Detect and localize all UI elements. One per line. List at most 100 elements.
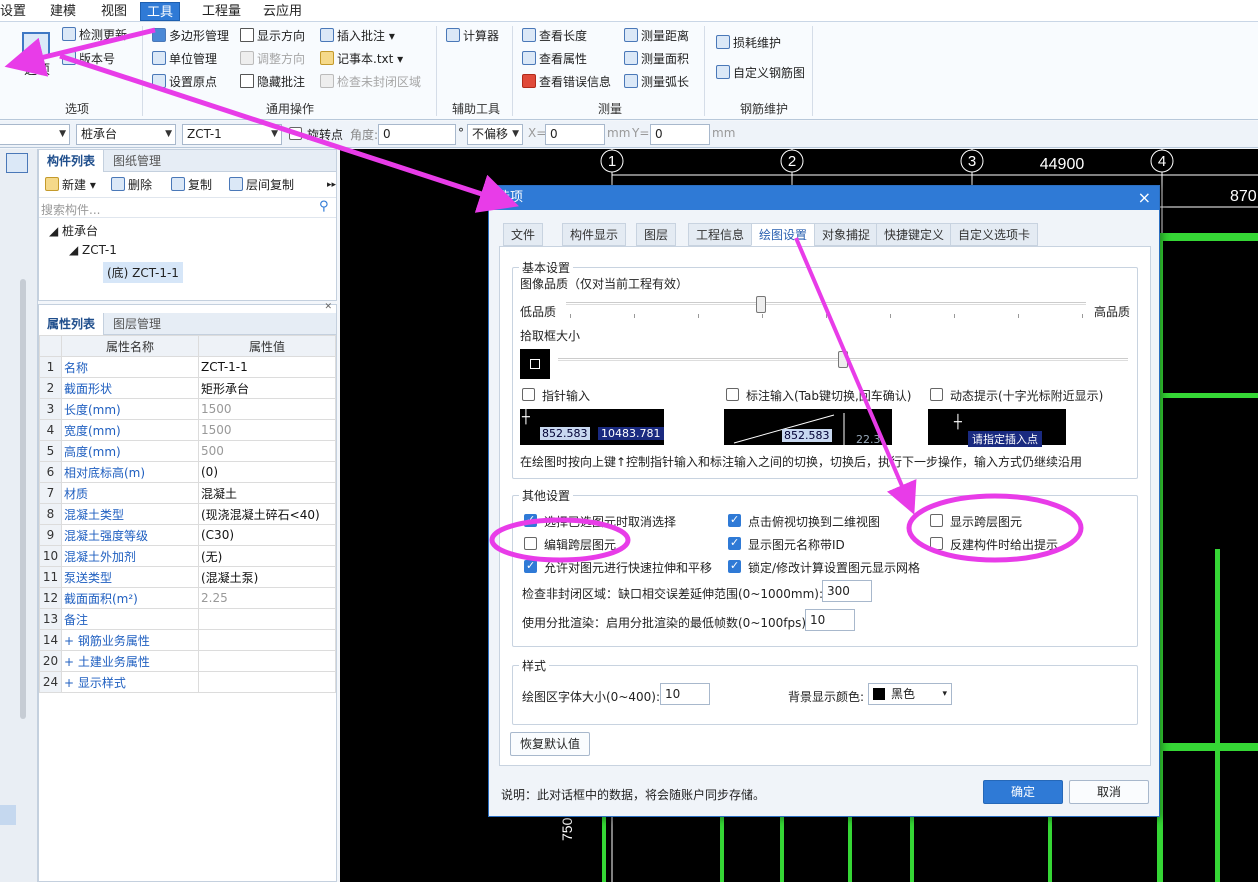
table-row[interactable]: 10 混凝土外加剂 (无) [39, 545, 336, 567]
quick-stretch-checkbox[interactable] [524, 559, 537, 573]
view-errors-button[interactable]: 查看错误信息 [522, 73, 611, 91]
offset-combo[interactable]: 不偏移 ▼ [467, 124, 523, 145]
dialog-title-bar[interactable]: 选项 × [489, 186, 1159, 210]
tab-drawing-mgmt[interactable]: 图纸管理 [105, 150, 169, 172]
table-row[interactable]: 9 混凝土强度等级 (C30) [39, 524, 336, 546]
switch-2d-checkbox[interactable] [728, 513, 741, 527]
property-value[interactable]: 500 [198, 440, 336, 462]
tab-component-list[interactable]: 构件列表 [39, 150, 105, 172]
table-row[interactable]: 12 截面面积(m²) 2.25 [39, 587, 336, 609]
check-update-button[interactable]: 检测更新 [62, 26, 127, 44]
table-row[interactable]: 24 + 显示样式 [39, 671, 336, 693]
property-value[interactable]: 2.25 [198, 587, 336, 609]
property-value[interactable]: (无) [198, 545, 336, 567]
type-combo[interactable]: 桩承台 ▼ [76, 124, 176, 145]
dock-icon[interactable] [6, 153, 28, 173]
x-input[interactable]: 0 [545, 124, 605, 145]
measure-arc-button[interactable]: 测量弧长 [624, 73, 689, 91]
quality-slider-track[interactable] [566, 302, 1086, 305]
version-button[interactable]: 版本号 [62, 50, 115, 68]
tab-project-info[interactable]: 工程信息 [688, 223, 753, 246]
more-icon[interactable]: ▸▸ [327, 176, 336, 194]
tab-object-snap[interactable]: 对象捕捉 [814, 223, 879, 246]
table-row[interactable]: 5 高度(mm) 500 [39, 440, 336, 462]
property-value[interactable]: (C30) [198, 524, 336, 546]
tab-custom[interactable]: 自定义选项卡 [950, 223, 1039, 246]
check-unclosed-button[interactable]: 检查未封闭区域 [320, 73, 421, 91]
close-icon[interactable]: × [1138, 186, 1151, 210]
edit-cross-layer-checkbox[interactable] [524, 537, 537, 550]
dynamic-hint-checkbox[interactable] [930, 388, 943, 401]
copy-button[interactable]: 复制 [171, 176, 212, 194]
dim-input-checkbox[interactable] [726, 388, 739, 401]
property-value[interactable] [198, 671, 336, 693]
adjust-direction-button[interactable]: 调整方向 [240, 50, 305, 68]
menu-tools[interactable]: 工具 [140, 2, 181, 21]
rotate-point-checkbox[interactable] [289, 127, 302, 140]
delete-button[interactable]: 删除 [111, 176, 152, 194]
property-value[interactable]: 混凝土 [198, 482, 336, 504]
table-row[interactable]: 2 截面形状 矩形承台 [39, 377, 336, 399]
view-length-button[interactable]: 查看长度 [522, 27, 587, 45]
property-value[interactable]: 1500 [198, 419, 336, 441]
table-row[interactable]: 6 相对底标高(m) (0) [39, 461, 336, 483]
measure-distance-button[interactable]: 测量距离 [624, 27, 689, 45]
tree-node-pile-cap[interactable]: ◢ 桩承台 [49, 222, 98, 239]
unit-mgmt-button[interactable]: 单位管理 [152, 50, 217, 68]
calculator-button[interactable]: 计算器 [446, 27, 499, 45]
property-value[interactable] [198, 608, 336, 630]
font-size-input[interactable]: 10 [660, 683, 710, 705]
pointer-input-checkbox[interactable] [522, 388, 535, 401]
table-row[interactable]: 20 + 土建业务属性 [39, 650, 336, 672]
table-row[interactable]: 7 材质 混凝土 [39, 482, 336, 504]
name-combo[interactable]: ZCT-1 ▼ [182, 124, 282, 145]
new-button[interactable]: 新建 ▾ [45, 176, 96, 194]
table-row[interactable]: 13 备注 [39, 608, 336, 630]
pickbox-slider-thumb[interactable] [838, 351, 848, 368]
property-value[interactable]: (0) [198, 461, 336, 483]
property-value[interactable] [198, 650, 336, 672]
quality-slider-thumb[interactable] [756, 296, 766, 313]
tree-node-zct1-1[interactable]: (底) ZCT-1-1 [103, 262, 183, 283]
table-row[interactable]: 4 宽度(mm) 1500 [39, 419, 336, 441]
ok-button[interactable]: 确定 [983, 780, 1063, 804]
y-input[interactable]: 0 [650, 124, 710, 145]
menu-quantity[interactable]: 工程量 [196, 2, 247, 21]
menu-modeling[interactable]: 建模 [44, 2, 82, 21]
notepad-button[interactable]: 记事本.txt ▾ [320, 50, 403, 68]
tab-drawing-settings[interactable]: 绘图设置 [751, 223, 816, 246]
search-icon[interactable]: ⚲ [319, 199, 329, 214]
table-row[interactable]: 3 长度(mm) 1500 [39, 398, 336, 420]
cancel-button[interactable]: 取消 [1069, 780, 1149, 804]
custom-rebar-button[interactable]: 自定义钢筋图 [716, 64, 805, 82]
table-row[interactable]: 11 泵送类型 (混凝土泵) [39, 566, 336, 588]
property-value[interactable]: 矩形承台 [198, 377, 336, 399]
tab-shortcut[interactable]: 快捷键定义 [876, 223, 953, 246]
table-row[interactable]: 14 + 钢筋业务属性 [39, 629, 336, 651]
property-value[interactable] [198, 629, 336, 651]
table-row[interactable]: 1 名称 ZCT-1-1 [39, 356, 336, 378]
tab-layer-mgmt[interactable]: 图层管理 [105, 313, 169, 335]
floor-copy-button[interactable]: 层间复制 [229, 176, 294, 194]
measure-area-button[interactable]: 测量面积 [624, 50, 689, 68]
property-value[interactable]: ZCT-1-1 [198, 356, 336, 378]
insert-annotation-button[interactable]: 插入批注 ▾ [320, 27, 395, 45]
hide-annotation-checkbox[interactable]: 隐藏批注 [240, 73, 305, 91]
tab-layer[interactable]: 图层 [636, 223, 677, 246]
menu-settings[interactable]: 设置 [0, 2, 32, 21]
search-input[interactable]: 搜索构件... [41, 201, 100, 218]
property-value[interactable]: (混凝土泵) [198, 566, 336, 588]
show-cross-layer-checkbox[interactable] [930, 514, 943, 527]
loss-maintenance-button[interactable]: 损耗维护 [716, 34, 781, 52]
batch-render-input[interactable]: 10 [805, 609, 855, 631]
menu-cloud[interactable]: 云应用 [257, 2, 308, 21]
deselect-checkbox[interactable] [524, 513, 537, 527]
property-value[interactable]: (现浇混凝土碎石<40) [198, 503, 336, 525]
restore-defaults-button[interactable]: 恢复默认值 [510, 732, 590, 756]
tab-component-display[interactable]: 构件显示 [562, 223, 627, 246]
menu-view[interactable]: 视图 [95, 2, 133, 21]
show-direction-checkbox[interactable]: 显示方向 [240, 27, 305, 45]
property-value[interactable]: 1500 [198, 398, 336, 420]
gap-range-input[interactable]: 300 [822, 580, 872, 602]
view-attr-button[interactable]: 查看属性 [522, 50, 587, 68]
